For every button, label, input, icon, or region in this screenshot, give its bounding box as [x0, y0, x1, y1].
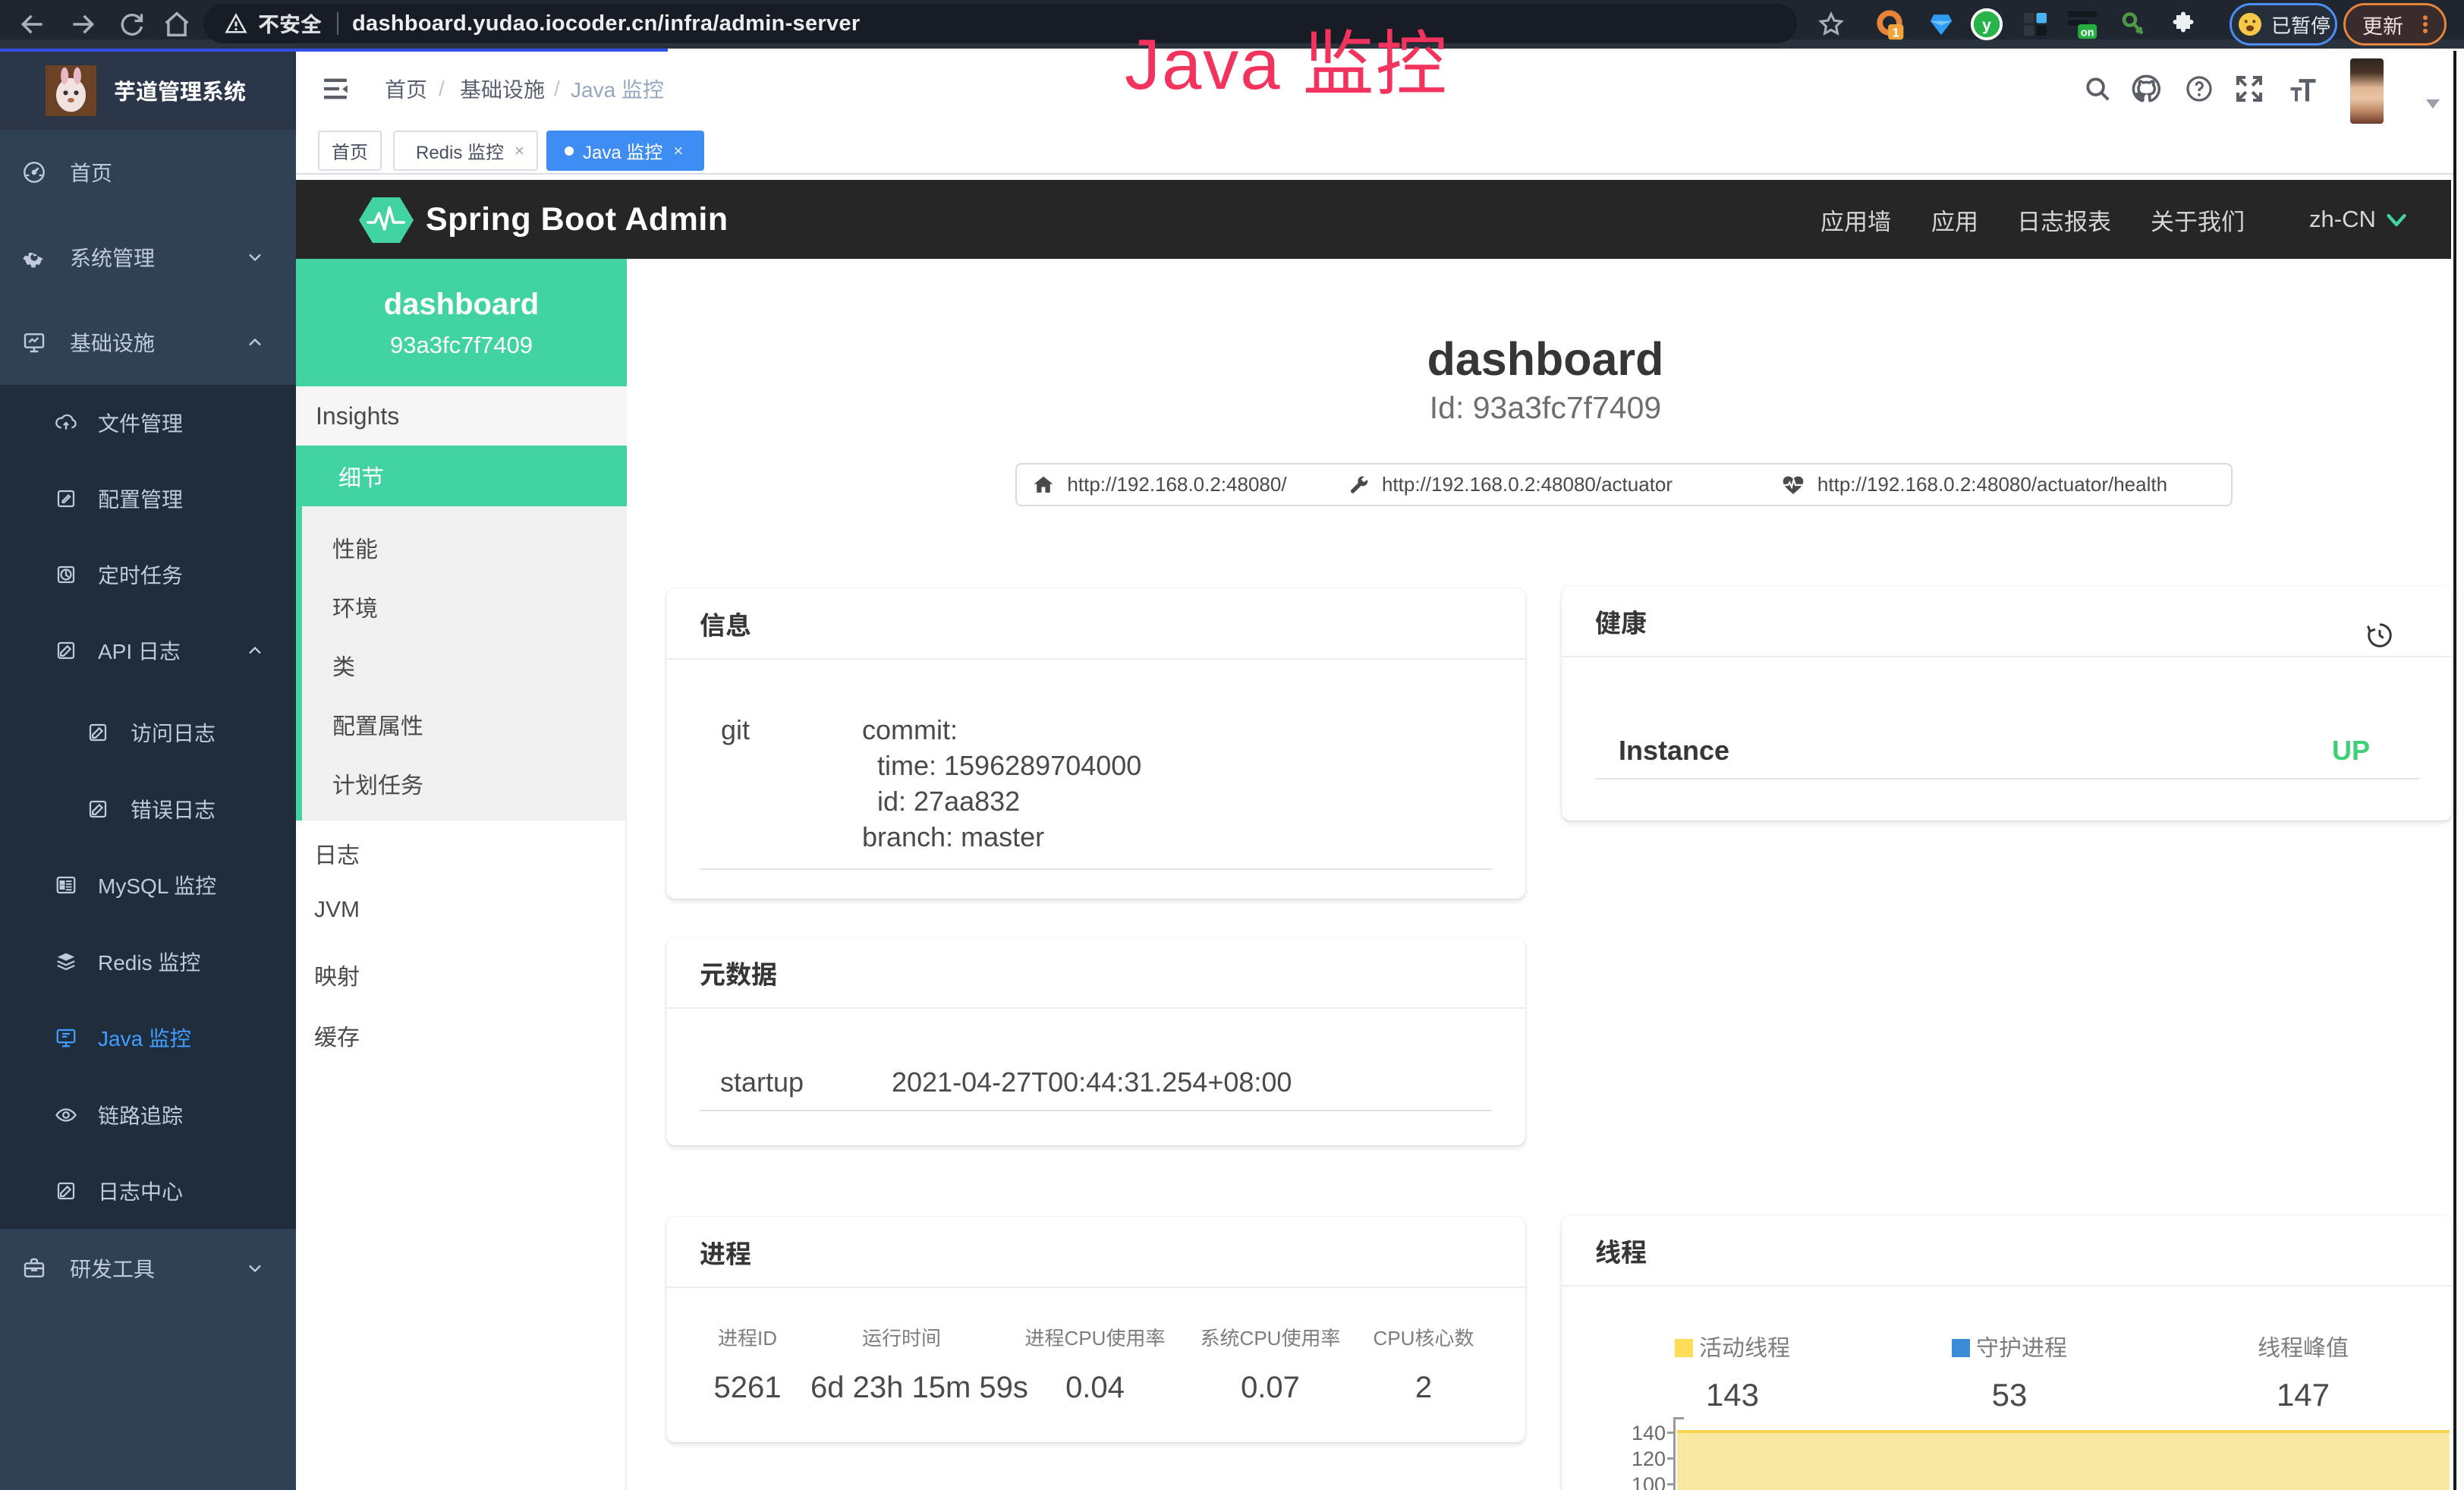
svg-text:y: y — [1982, 17, 1991, 34]
svg-text:1: 1 — [1893, 27, 1899, 40]
svg-text:on: on — [2081, 27, 2094, 39]
